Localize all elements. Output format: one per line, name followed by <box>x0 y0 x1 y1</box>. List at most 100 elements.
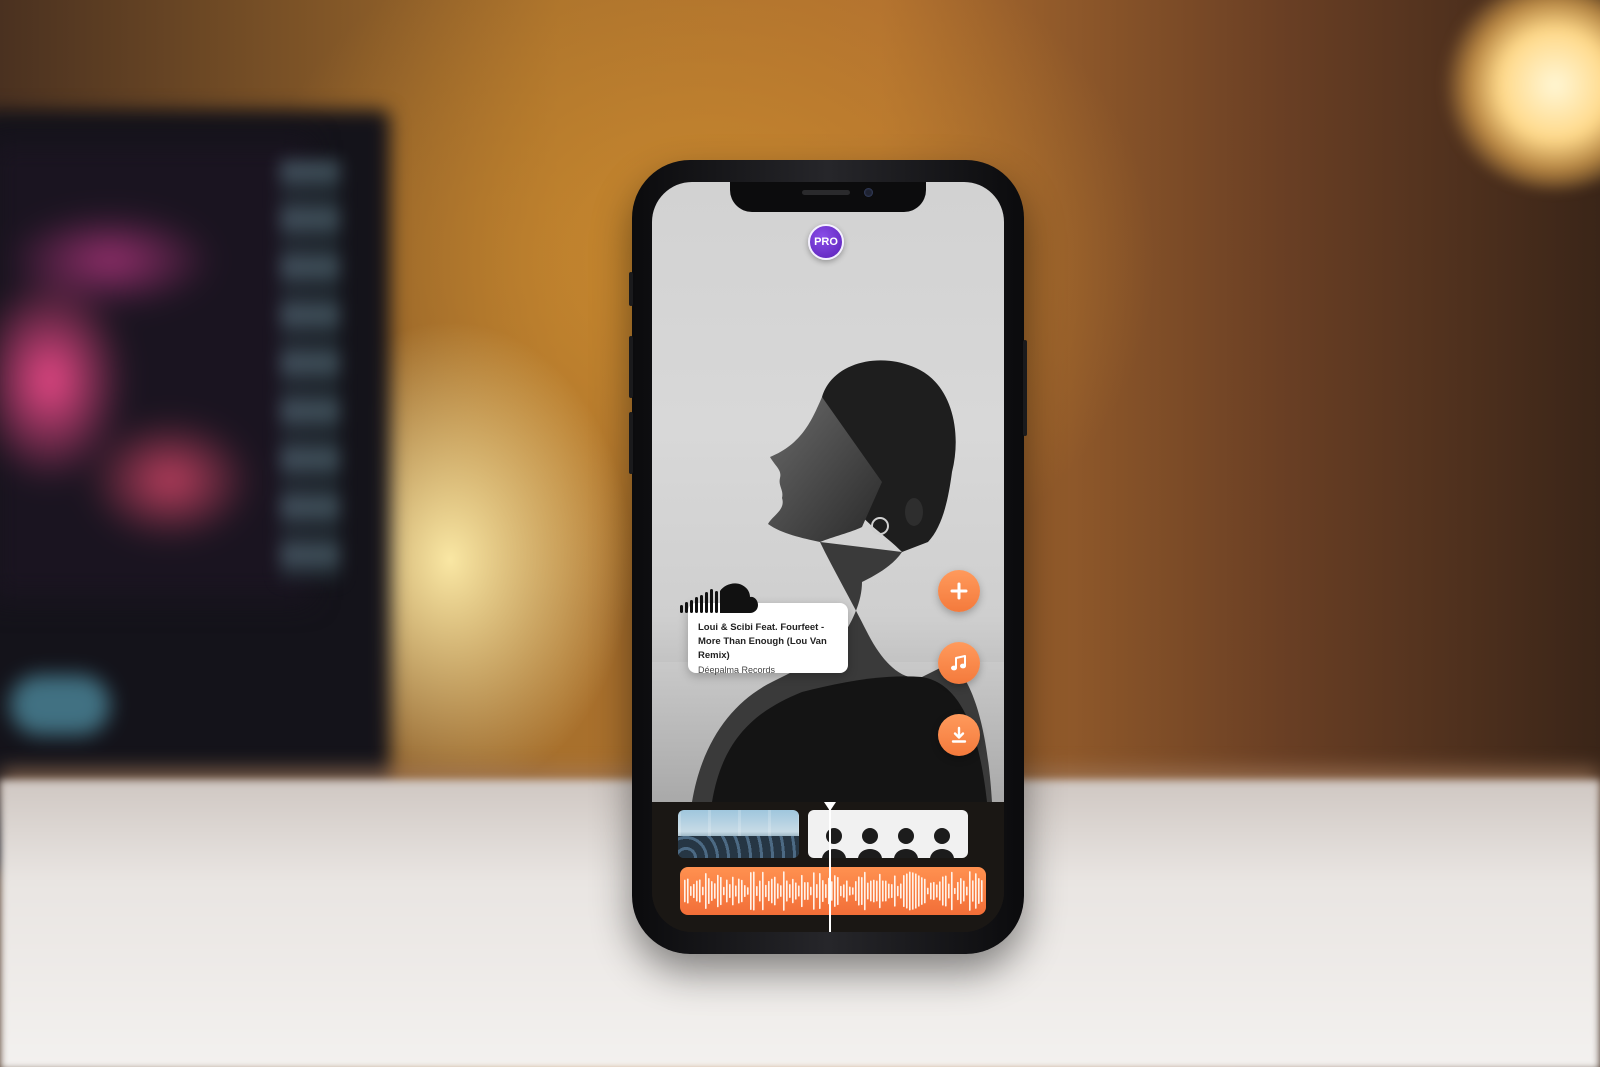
waveform-bar <box>972 880 974 902</box>
waveform-bar <box>789 884 791 898</box>
waveform-bar <box>684 879 686 903</box>
audio-waveform-track[interactable] <box>680 867 986 915</box>
waveform-bar <box>762 871 764 911</box>
waveform-bar <box>768 880 770 902</box>
waveform-bar <box>921 877 923 905</box>
waveform-bar <box>756 885 758 897</box>
waveform-bar <box>936 884 938 898</box>
waveform-bar <box>774 876 776 906</box>
soundcloud-icon <box>680 583 758 613</box>
waveform-bar <box>810 886 812 896</box>
waveform-bar <box>690 886 692 896</box>
track-title: Loui & Scibi Feat. Fourfeet - More Than … <box>698 622 827 661</box>
app-screen: PRO Loui & Scibi Feat. Fourfeet - More T… <box>652 182 1004 932</box>
waveform-bar <box>807 882 809 900</box>
video-preview[interactable] <box>652 182 1004 802</box>
waveform-bar <box>888 883 890 899</box>
waveform-bar <box>720 876 722 906</box>
waveform-bar <box>867 882 869 900</box>
waveform-bar <box>882 880 884 902</box>
add-button[interactable] <box>938 570 980 612</box>
waveform-bar <box>927 887 929 895</box>
download-icon <box>951 726 967 743</box>
laptop-toggle <box>10 675 110 735</box>
waveform-bar <box>723 886 725 896</box>
download-button[interactable] <box>938 714 980 756</box>
waveform-bar <box>843 884 845 898</box>
woman-silhouette-photo <box>652 360 1004 802</box>
music-button[interactable] <box>938 642 980 684</box>
waveform-bar <box>738 878 740 904</box>
waveform-bar <box>783 871 785 911</box>
waveform-bar <box>753 871 755 911</box>
volume-up-button <box>629 336 633 398</box>
waveform-bar <box>729 884 731 898</box>
waveform-bar <box>933 881 935 901</box>
waveform-bar <box>981 880 983 902</box>
waveform-bar <box>849 886 851 896</box>
waveform-bar <box>864 871 866 911</box>
record-label: Déepalma Records <box>698 665 776 675</box>
waveform-bar <box>930 882 932 900</box>
waveform-bar <box>900 883 902 899</box>
waveform-bar <box>897 885 899 897</box>
waveform-bar <box>891 883 893 899</box>
waveform-bar <box>744 885 746 897</box>
waveform-bar <box>879 873 881 909</box>
waveform-bar <box>852 887 854 895</box>
waveform-bar <box>978 878 980 904</box>
waveform-bar <box>747 887 749 895</box>
waveform-bar <box>942 876 944 906</box>
phone: PRO Loui & Scibi Feat. Fourfeet - More T… <box>629 160 1027 954</box>
waveform-bar <box>915 873 917 909</box>
waveform-bar <box>834 875 836 907</box>
waveform-bar <box>726 879 728 903</box>
waveform-bar <box>906 873 908 909</box>
waveform-bar <box>693 883 695 899</box>
waveform-bar <box>732 876 734 906</box>
waveform-bar <box>765 884 767 898</box>
waveform-bar <box>954 887 956 895</box>
waveform-bar <box>795 882 797 900</box>
waveform-bar <box>798 885 800 897</box>
waveform-bar <box>969 871 971 911</box>
waveform-bar <box>687 878 689 904</box>
waveform-bar <box>858 876 860 906</box>
waveform-bar <box>885 880 887 902</box>
waveform-bars <box>684 871 983 911</box>
waveform-bar <box>792 878 794 904</box>
waveform-bar <box>924 878 926 904</box>
phone-notch <box>730 182 926 212</box>
waveform-bar <box>960 878 962 904</box>
volume-down-button <box>629 412 633 474</box>
clip-thumbnail <box>822 828 954 858</box>
editor-timeline[interactable] <box>652 802 1004 932</box>
waveform-bar <box>873 879 875 903</box>
playhead[interactable] <box>829 802 831 932</box>
waveform-bar <box>714 883 716 899</box>
waveform-bar <box>777 883 779 899</box>
waveform-bar <box>966 886 968 896</box>
waveform-bar <box>825 883 827 899</box>
waveform-bar <box>945 875 947 907</box>
waveform-bar <box>705 873 707 909</box>
waveform-bar <box>786 880 788 902</box>
waveform-bar <box>708 877 710 905</box>
waveform-bar <box>951 871 953 911</box>
waveform-bar <box>837 876 839 906</box>
waveform-bar <box>780 885 782 897</box>
waveform-bar <box>903 874 905 908</box>
mute-switch <box>629 272 633 306</box>
waveform-bar <box>801 874 803 908</box>
video-clip[interactable] <box>678 810 799 858</box>
waveform-bar <box>846 880 848 902</box>
waveform-bar <box>831 881 833 901</box>
waveform-bar <box>861 877 863 905</box>
video-clip[interactable] <box>808 810 968 858</box>
waveform-bar <box>876 880 878 902</box>
pro-badge[interactable]: PRO <box>808 224 844 260</box>
waveform-bar <box>750 872 752 910</box>
waveform-bar <box>912 872 914 910</box>
waveform-bar <box>759 880 761 902</box>
waveform-bar <box>822 879 824 903</box>
